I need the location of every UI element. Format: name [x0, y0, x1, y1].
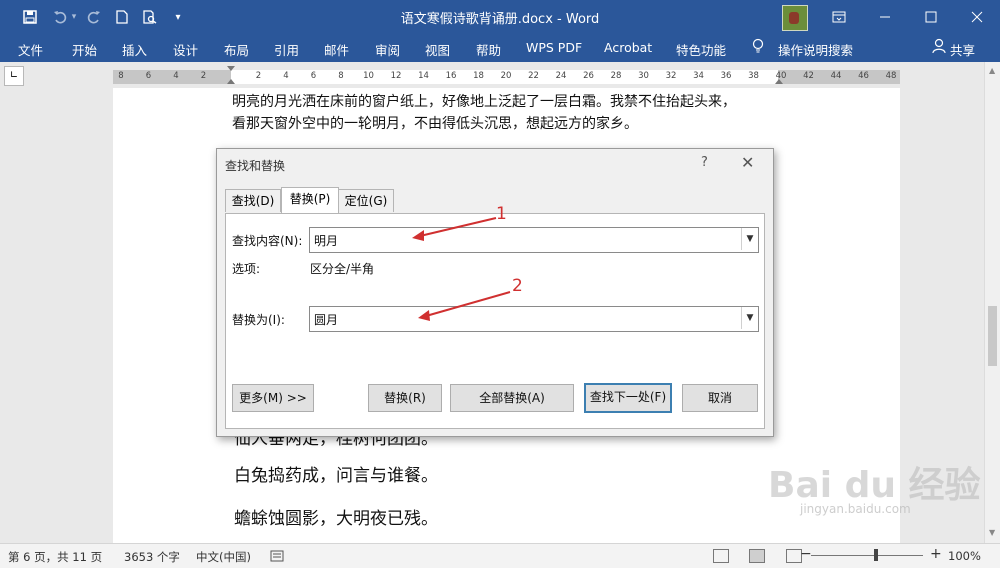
annotation-number-2: 2	[512, 276, 523, 296]
status-bar: 第 6 页，共 11 页 3653 个字 中文(中国) − + 100%	[0, 543, 1000, 568]
macro-icon[interactable]	[270, 548, 284, 565]
zoom-slider-thumb[interactable]	[874, 549, 878, 561]
tab-replace[interactable]: 替换(P)	[281, 187, 339, 213]
read-mode-icon[interactable]	[713, 549, 729, 563]
baidu-watermark-url: jingyan.baidu.com	[800, 502, 911, 516]
zoom-in-icon[interactable]: +	[930, 546, 942, 562]
zoom-out-icon[interactable]: −	[800, 546, 812, 562]
annotation-arrow-1	[412, 217, 497, 241]
zoom-slider[interactable]	[811, 555, 923, 556]
page-count[interactable]: 第 6 页，共 11 页	[8, 549, 102, 565]
annotation-number-1: 1	[496, 204, 507, 224]
word-count[interactable]: 3653 个字	[124, 549, 180, 565]
baidu-watermark: Bai du 经验	[768, 465, 981, 506]
print-layout-icon[interactable]	[749, 549, 765, 563]
zoom-level[interactable]: 100%	[948, 549, 981, 563]
annotation-arrow-2	[418, 291, 511, 321]
language-status[interactable]: 中文(中国)	[196, 549, 251, 565]
